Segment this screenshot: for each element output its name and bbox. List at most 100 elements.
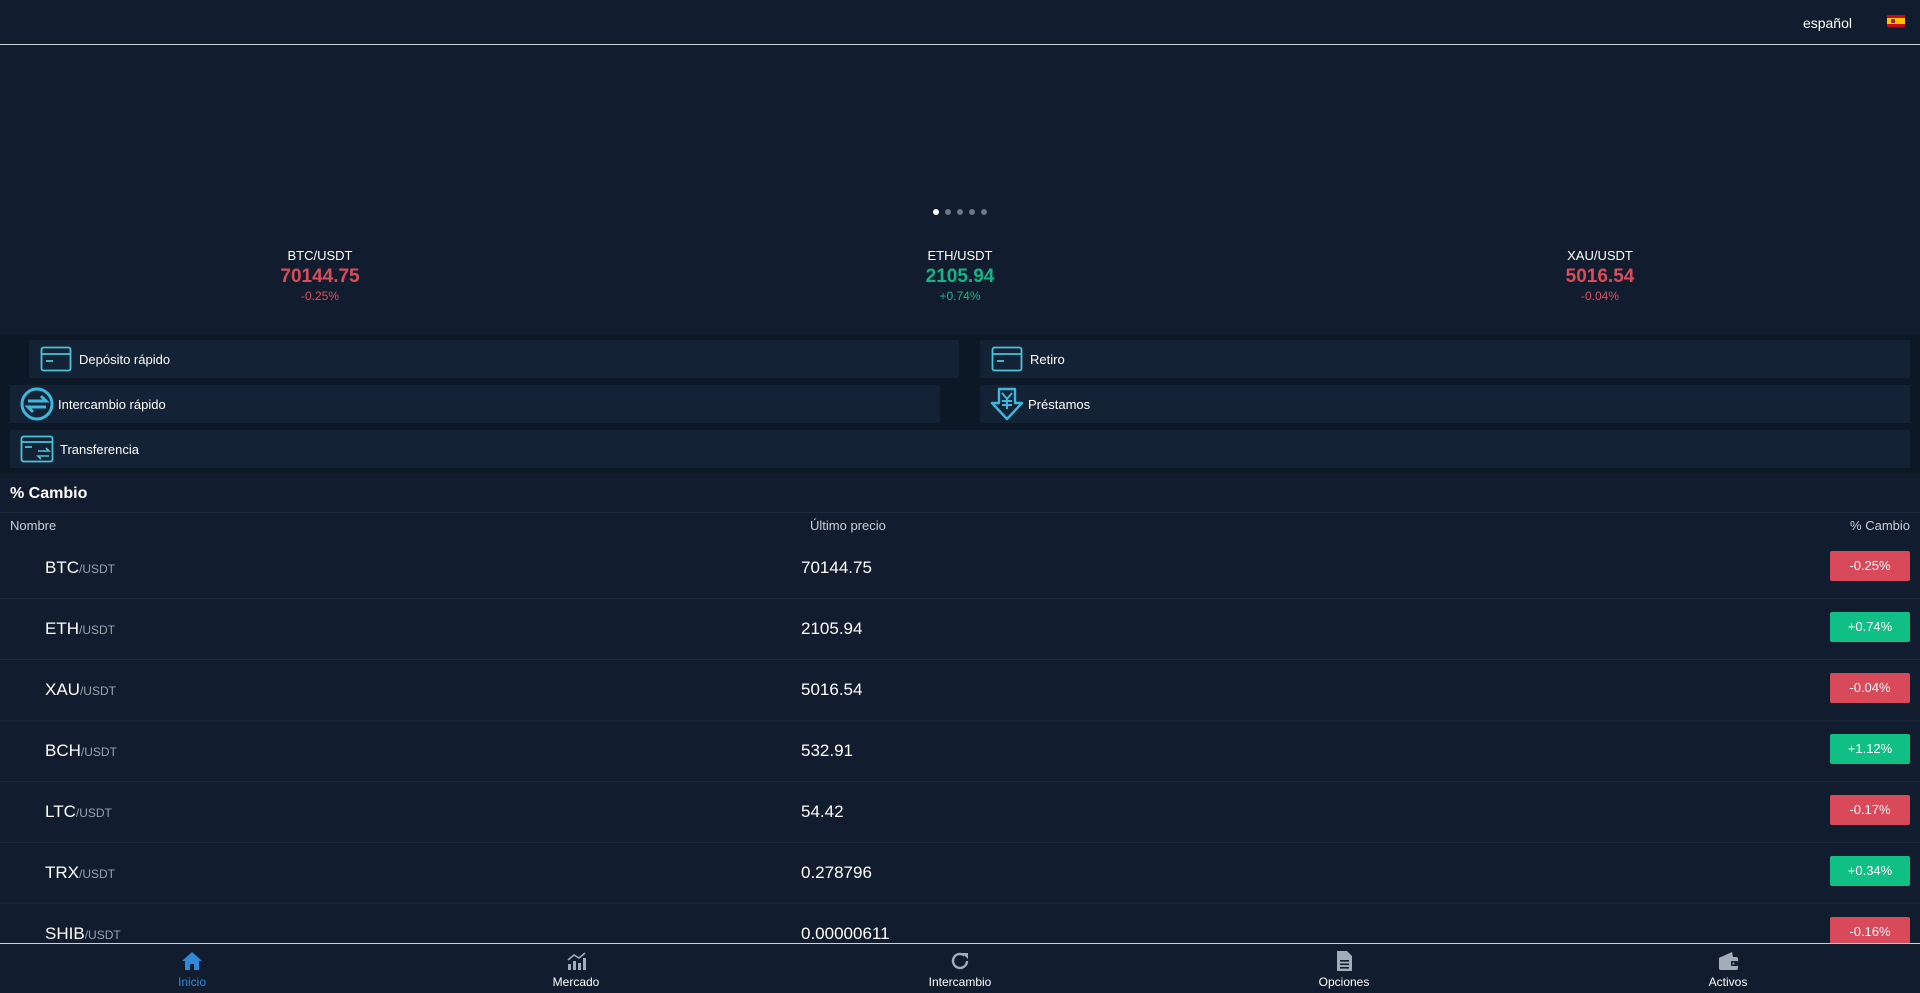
ticker-strip: BTC/USDT 70144.75 -0.25% ETH/USDT 2105.9… bbox=[0, 248, 1920, 316]
deposit-button[interactable]: Depósito rápido bbox=[29, 340, 959, 378]
chart-icon bbox=[565, 950, 587, 972]
banner-dot[interactable] bbox=[981, 209, 987, 215]
quick-actions: Depósito rápido Retiro Intercambio rápid… bbox=[0, 334, 1920, 473]
ticker-pair: ETH/USDT bbox=[927, 248, 993, 263]
market-row[interactable]: BTC/USDT 70144.75 -0.25% bbox=[0, 538, 1920, 599]
nav-assets[interactable]: Activos bbox=[1628, 944, 1828, 993]
symbol: TRX/USDT bbox=[45, 863, 115, 883]
symbol: SHIB/USDT bbox=[45, 924, 121, 943]
market-row[interactable]: TRX/USDT 0.278796 +0.34% bbox=[0, 843, 1920, 904]
column-change: % Cambio bbox=[1850, 518, 1910, 533]
swap-icon bbox=[20, 387, 54, 421]
last-price: 2105.94 bbox=[801, 619, 863, 638]
nav-home-label: Inicio bbox=[177, 975, 206, 989]
symbol: BCH/USDT bbox=[45, 741, 117, 761]
change-badge[interactable]: +1.12% bbox=[1830, 734, 1910, 764]
nav-options[interactable]: Opciones bbox=[1244, 944, 1444, 993]
ticker-change: -0.25% bbox=[300, 289, 340, 303]
language-selector[interactable]: español bbox=[1803, 15, 1852, 31]
withdraw-label: Retiro bbox=[1030, 351, 1065, 367]
top-bar: español bbox=[0, 0, 1920, 45]
market-row[interactable]: XAU/USDT 5016.54 -0.04% bbox=[0, 660, 1920, 721]
market-row[interactable]: SHIB/USDT 0.00000611 -0.16% bbox=[0, 904, 1920, 943]
change-badge[interactable]: +0.74% bbox=[1830, 612, 1910, 642]
nav-exchange[interactable]: Intercambio bbox=[860, 944, 1060, 993]
symbol-quote: /USDT bbox=[84, 928, 121, 942]
nav-exchange-label: Intercambio bbox=[928, 975, 992, 989]
symbol: XAU/USDT bbox=[45, 680, 116, 700]
transfer-label: Transferencia bbox=[60, 441, 139, 457]
card-icon bbox=[39, 342, 73, 376]
nav-market-label: Mercado bbox=[552, 975, 600, 989]
change-badge[interactable]: -0.16% bbox=[1830, 917, 1910, 943]
banner-pagination bbox=[933, 209, 987, 215]
swap-button[interactable]: Intercambio rápido bbox=[10, 385, 940, 423]
change-badge[interactable]: -0.17% bbox=[1830, 795, 1910, 825]
bottom-nav: Inicio Mercado Intercambio Opciones Acti… bbox=[0, 943, 1920, 993]
ticker-btc[interactable]: BTC/USDT 70144.75 -0.25% bbox=[220, 248, 420, 303]
nav-assets-label: Activos bbox=[1708, 975, 1748, 989]
card-icon bbox=[990, 342, 1024, 376]
ticker-price: 2105.94 bbox=[925, 266, 995, 287]
symbol-base: LTC bbox=[45, 802, 76, 821]
banner-dot[interactable] bbox=[957, 209, 963, 215]
symbol-quote: /USDT bbox=[75, 806, 112, 820]
section-title: % Cambio bbox=[10, 485, 88, 502]
banner-dot[interactable] bbox=[969, 209, 975, 215]
loans-button[interactable]: Préstamos bbox=[980, 385, 1910, 423]
symbol-quote: /USDT bbox=[79, 623, 115, 637]
refresh-icon bbox=[949, 950, 971, 972]
nav-home[interactable]: Inicio bbox=[92, 944, 292, 993]
symbol: LTC/USDT bbox=[45, 802, 112, 822]
spain-flag-icon[interactable] bbox=[1887, 15, 1905, 27]
transfer-icon bbox=[20, 432, 54, 466]
section-header: % Cambio bbox=[0, 475, 1920, 513]
symbol-base: BCH bbox=[45, 741, 81, 760]
last-price: 0.278796 bbox=[801, 863, 872, 882]
table-header: Nombre Último precio % Cambio bbox=[0, 513, 1920, 538]
last-price: 532.91 bbox=[801, 741, 853, 760]
symbol-base: SHIB bbox=[45, 924, 85, 943]
symbol-quote: /USDT bbox=[79, 684, 116, 698]
symbol-base: ETH bbox=[45, 619, 79, 638]
change-badge[interactable]: -0.25% bbox=[1830, 551, 1910, 581]
swap-label: Intercambio rápido bbox=[58, 396, 166, 412]
column-last-price: Último precio bbox=[810, 518, 886, 533]
market-row[interactable]: ETH/USDT 2105.94 +0.74% bbox=[0, 599, 1920, 660]
change-badge[interactable]: -0.04% bbox=[1830, 673, 1910, 703]
symbol-base: XAU bbox=[45, 680, 80, 699]
ticker-pair: XAU/USDT bbox=[1567, 248, 1633, 263]
nav-market[interactable]: Mercado bbox=[476, 944, 676, 993]
nav-options-label: Opciones bbox=[1318, 975, 1370, 989]
change-badge[interactable]: +0.34% bbox=[1830, 856, 1910, 886]
wallet-icon bbox=[1717, 950, 1739, 972]
market-list: BTC/USDT 70144.75 -0.25% ETH/USDT 2105.9… bbox=[0, 538, 1920, 943]
ticker-change: +0.74% bbox=[939, 289, 981, 303]
symbol-quote: /USDT bbox=[79, 562, 115, 576]
ticker-price: 5016.54 bbox=[1565, 266, 1635, 287]
withdraw-button[interactable]: Retiro bbox=[980, 340, 1910, 378]
document-icon bbox=[1333, 950, 1355, 972]
market-row[interactable]: LTC/USDT 54.42 -0.17% bbox=[0, 782, 1920, 843]
banner-dot[interactable] bbox=[945, 209, 951, 215]
home-icon bbox=[181, 950, 203, 972]
last-price: 5016.54 bbox=[801, 680, 863, 699]
column-name: Nombre bbox=[10, 518, 57, 533]
ticker-pair: BTC/USDT bbox=[287, 248, 353, 263]
last-price: 0.00000611 bbox=[801, 924, 890, 943]
last-price: 54.42 bbox=[801, 802, 844, 821]
deposit-label: Depósito rápido bbox=[79, 351, 171, 367]
symbol-quote: /USDT bbox=[79, 867, 115, 881]
symbol: ETH/USDT bbox=[45, 619, 115, 639]
symbol-base: BTC bbox=[45, 558, 79, 577]
symbol-quote: /USDT bbox=[80, 745, 117, 759]
yen-arrow-icon bbox=[990, 387, 1024, 421]
ticker-eth[interactable]: ETH/USDT 2105.94 +0.74% bbox=[860, 248, 1060, 303]
ticker-change: -0.04% bbox=[1580, 289, 1620, 303]
market-row[interactable]: BCH/USDT 532.91 +1.12% bbox=[0, 721, 1920, 782]
ticker-xau[interactable]: XAU/USDT 5016.54 -0.04% bbox=[1500, 248, 1700, 303]
last-price: 70144.75 bbox=[801, 558, 872, 577]
banner-dot[interactable] bbox=[933, 209, 939, 215]
transfer-button[interactable]: Transferencia bbox=[10, 430, 1910, 468]
loans-label: Préstamos bbox=[1028, 396, 1091, 412]
